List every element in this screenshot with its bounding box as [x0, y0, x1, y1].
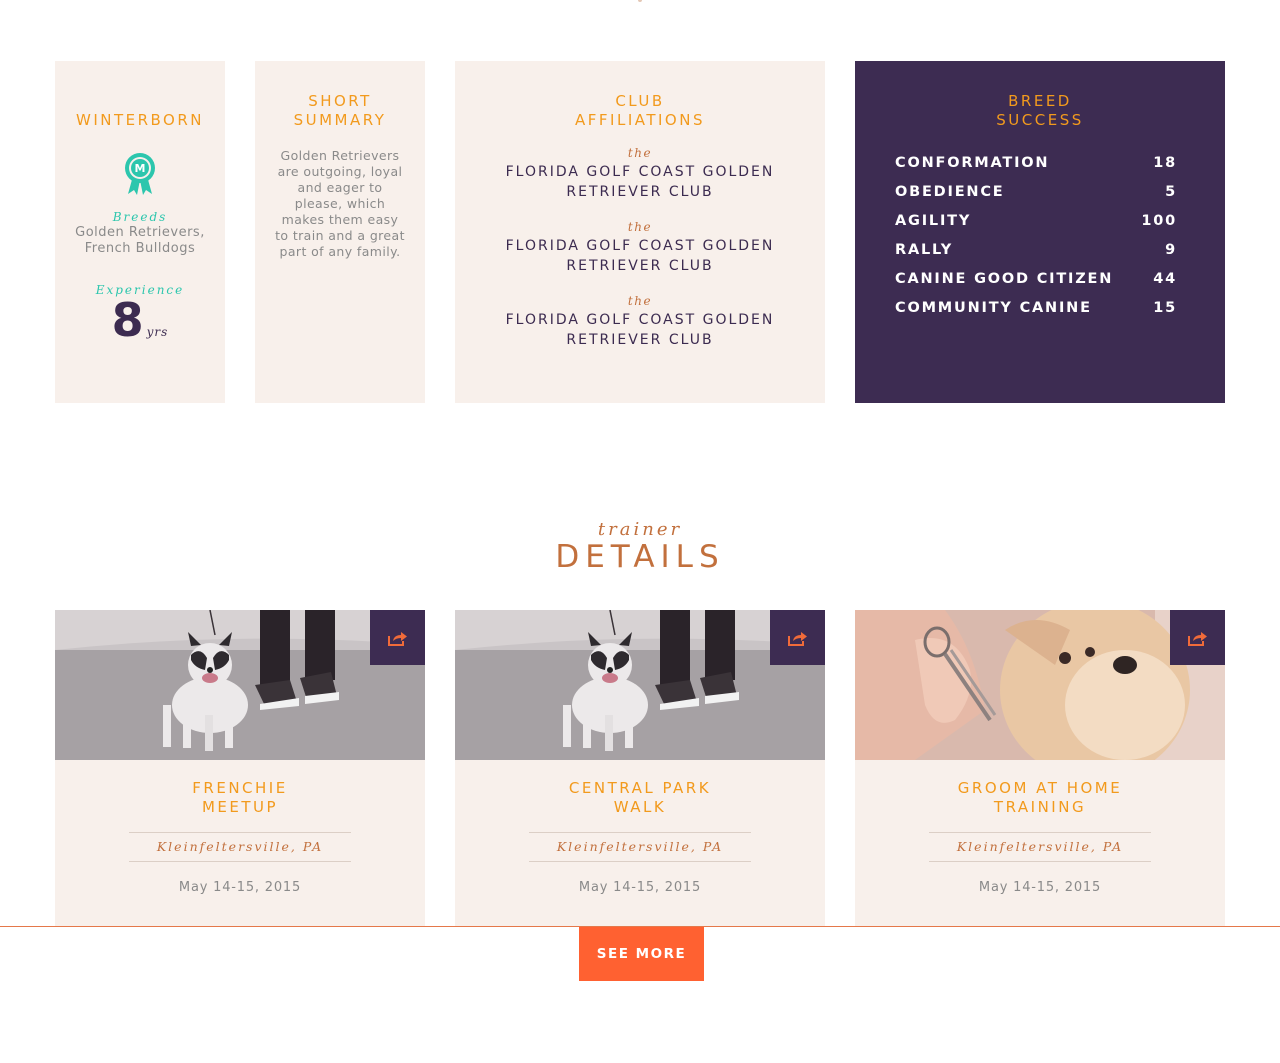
event-location: Kleinfeltersville, PA [129, 832, 351, 862]
share-button[interactable] [770, 610, 825, 665]
stat-value: 44 [1153, 270, 1177, 287]
club-item[interactable]: the FLORIDA GOLF COAST GOLDEN RETRIEVER … [455, 220, 825, 276]
club-prefix: the [627, 146, 653, 160]
club-name-line: FLORIDA GOLF COAST GOLDEN [505, 312, 775, 328]
summary-text: Golden Retrievers are outgoing, loyal an… [275, 148, 405, 259]
event-title-line: CENTRAL PARK [568, 779, 712, 797]
success-title: BREED SUCCESS [855, 92, 1225, 130]
club-name-line: RETRIEVER CLUB [566, 184, 714, 200]
share-button[interactable] [370, 610, 425, 665]
event-date: May 14-15, 2015 [578, 880, 702, 895]
club-name: FLORIDA GOLF COAST GOLDEN RETRIEVER CLUB [455, 310, 825, 350]
success-title-line: BREED [1008, 92, 1072, 110]
summary-title-line: SHORT [308, 92, 372, 110]
event-title[interactable]: GROOM AT HOME TRAINING [855, 779, 1225, 817]
stat-row: CANINE GOOD CITIZEN 44 [895, 264, 1177, 293]
club-name-line: FLORIDA GOLF COAST GOLDEN [505, 164, 775, 180]
breeds-value: Golden Retrievers, French Bulldogs [55, 225, 225, 257]
profile-card: WINTERBORN M Breeds Golden Retrievers, F… [55, 61, 225, 403]
event-title-line: WALK [613, 798, 667, 816]
summary-card: SHORT SUMMARY Golden Retrievers are outg… [255, 61, 425, 403]
club-name-line: FLORIDA GOLF COAST GOLDEN [505, 238, 775, 254]
breeds-line: Golden Retrievers, [75, 225, 205, 240]
stat-value: 5 [1165, 183, 1177, 200]
club-prefix: the [627, 220, 653, 234]
share-button[interactable] [1170, 610, 1225, 665]
stat-label: OBEDIENCE [895, 183, 1005, 200]
club-name-line: RETRIEVER CLUB [566, 332, 714, 348]
stat-value: 15 [1153, 299, 1177, 316]
ribbon-letter: M [135, 162, 146, 175]
share-icon [1187, 631, 1207, 646]
breeds-line: French Bulldogs [84, 241, 196, 256]
experience-years: 8 [111, 293, 144, 347]
stats-list: CONFORMATION 18 OBEDIENCE 5 AGILITY 100 … [895, 148, 1177, 322]
club-item[interactable]: the FLORIDA GOLF COAST GOLDEN RETRIEVER … [455, 294, 825, 350]
event-title-line: MEETUP [201, 798, 279, 816]
clubs-title-line: AFFILIATIONS [575, 111, 705, 129]
stat-label: RALLY [895, 241, 954, 258]
breeds-label: Breeds [112, 210, 168, 224]
club-name: FLORIDA GOLF COAST GOLDEN RETRIEVER CLUB [455, 162, 825, 202]
summary-title-line: SUMMARY [293, 111, 387, 129]
profile-name: WINTERBORN [75, 111, 204, 129]
event-date: May 14-15, 2015 [978, 880, 1102, 895]
club-item[interactable]: the FLORIDA GOLF COAST GOLDEN RETRIEVER … [455, 146, 825, 202]
see-more-button[interactable]: SEE MORE [579, 927, 704, 981]
stat-value: 18 [1153, 154, 1177, 171]
ribbon-award-icon: M [125, 153, 155, 195]
club-list: the FLORIDA GOLF COAST GOLDEN RETRIEVER … [455, 146, 825, 350]
stat-value: 100 [1141, 212, 1177, 229]
event-title-line: GROOM AT HOME [957, 779, 1123, 797]
event-location: Kleinfeltersville, PA [529, 832, 751, 862]
event-title-line: TRAINING [993, 798, 1087, 816]
club-name-line: RETRIEVER CLUB [566, 258, 714, 274]
stat-label: CANINE GOOD CITIZEN [895, 270, 1114, 287]
event-date: May 14-15, 2015 [178, 880, 302, 895]
stat-label: COMMUNITY CANINE [895, 299, 1092, 316]
stat-value: 9 [1165, 241, 1177, 258]
summary-title: SHORT SUMMARY [255, 92, 425, 130]
event-location: Kleinfeltersville, PA [929, 832, 1151, 862]
event-title[interactable]: FRENCHIE MEETUP [55, 779, 425, 817]
clubs-title: CLUB AFFILIATIONS [455, 92, 825, 130]
event-title[interactable]: CENTRAL PARK WALK [455, 779, 825, 817]
event-title-line: FRENCHIE [192, 779, 288, 797]
event-card[interactable]: GROOM AT HOME TRAINING Kleinfeltersville… [855, 610, 1225, 927]
success-title-line: SUCCESS [996, 111, 1084, 129]
event-card[interactable]: FRENCHIE MEETUP Kleinfeltersville, PA Ma… [55, 610, 425, 927]
stat-row: OBEDIENCE 5 [895, 177, 1177, 206]
stat-row: CONFORMATION 18 [895, 148, 1177, 177]
experience-unit: yrs [146, 325, 169, 339]
event-card[interactable]: CENTRAL PARK WALK Kleinfeltersville, PA … [455, 610, 825, 927]
decorative-dot [638, 0, 642, 2]
stat-row: COMMUNITY CANINE 15 [895, 293, 1177, 322]
experience-value-row: 8 yrs [55, 297, 225, 343]
breed-success-card: BREED SUCCESS CONFORMATION 18 OBEDIENCE … [855, 61, 1225, 403]
stat-row: AGILITY 100 [895, 206, 1177, 235]
section-subtitle: trainer [597, 519, 683, 540]
share-icon [387, 631, 407, 646]
stat-label: CONFORMATION [895, 154, 1050, 171]
clubs-title-line: CLUB [615, 92, 665, 110]
stat-row: RALLY 9 [895, 235, 1177, 264]
section-title: DETAILS [555, 539, 725, 575]
stat-label: AGILITY [895, 212, 972, 229]
club-name: FLORIDA GOLF COAST GOLDEN RETRIEVER CLUB [455, 236, 825, 276]
club-affiliations-card: CLUB AFFILIATIONS the FLORIDA GOLF COAST… [455, 61, 825, 403]
share-icon [787, 631, 807, 646]
club-prefix: the [627, 294, 653, 308]
